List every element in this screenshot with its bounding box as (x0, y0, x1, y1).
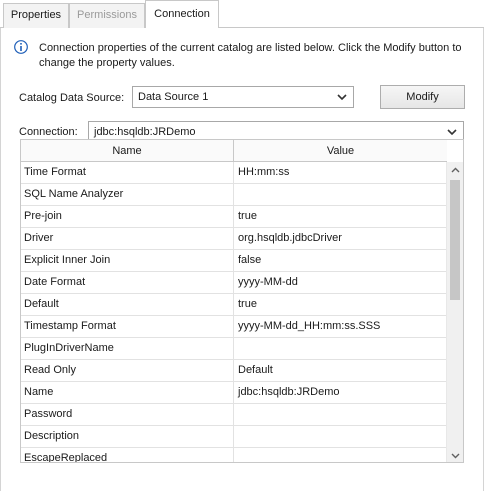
property-value-cell[interactable] (234, 184, 447, 205)
property-value-cell[interactable] (234, 426, 447, 447)
table-row[interactable]: Read Only Default (21, 360, 447, 382)
catalog-source-select[interactable]: Data Source 1 (132, 86, 354, 108)
property-value-cell[interactable]: Default (234, 360, 447, 381)
property-name-cell: Timestamp Format (21, 316, 234, 337)
scroll-up-icon[interactable] (447, 162, 464, 179)
catalog-source-label: Catalog Data Source: (19, 92, 125, 104)
property-name-cell: Pre-join (21, 206, 234, 227)
property-name-cell: Driver (21, 228, 234, 249)
property-value-cell[interactable] (234, 448, 447, 462)
table-row[interactable]: Timestamp Format yyyy-MM-dd_HH:mm:ss.SSS (21, 316, 447, 338)
table-row[interactable]: Pre-join true (21, 206, 447, 228)
catalog-source-value: Data Source 1 (138, 91, 209, 103)
table-row[interactable]: Password (21, 404, 447, 426)
table-row[interactable]: Description (21, 426, 447, 448)
property-value-cell[interactable]: false (234, 250, 447, 271)
property-name-cell: SQL Name Analyzer (21, 184, 234, 205)
property-value-cell[interactable] (234, 338, 447, 359)
info-icon (14, 40, 28, 54)
modify-button[interactable]: Modify (380, 85, 465, 109)
connection-panel: Connection properties of the current cat… (0, 28, 484, 491)
scrollbar-thumb[interactable] (450, 180, 460, 300)
property-name-cell: Explicit Inner Join (21, 250, 234, 271)
property-name-cell: Date Format (21, 272, 234, 293)
info-message: Connection properties of the current cat… (39, 42, 462, 69)
properties-table: Name Value Time Format HH:mm:ss SQL Name A… (20, 139, 464, 463)
property-name-cell: Default (21, 294, 234, 315)
property-name-cell: Name (21, 382, 234, 403)
table-body: Time Format HH:mm:ss SQL Name Analyzer Pre-… (21, 162, 447, 462)
connection-value: jdbc:hsqldb:JRDemo (94, 126, 196, 138)
property-name-cell: Read Only (21, 360, 234, 381)
table-row[interactable]: Date Format yyyy-MM-dd (21, 272, 447, 294)
property-value-cell[interactable]: yyyy-MM-dd_HH:mm:ss.SSS (234, 316, 447, 337)
column-header-name[interactable]: Name (21, 140, 234, 162)
property-value-cell[interactable]: true (234, 294, 447, 315)
property-value-cell[interactable]: org.hsqldb.jdbcDriver (234, 228, 447, 249)
column-header-value[interactable]: Value (234, 140, 447, 162)
table-row[interactable]: Name jdbc:hsqldb:JRDemo (21, 382, 447, 404)
scroll-down-icon[interactable] (447, 447, 464, 463)
property-value-cell[interactable]: jdbc:hsqldb:JRDemo (234, 382, 447, 403)
chevron-down-icon (337, 94, 347, 101)
property-name-cell: PlugInDriverName (21, 338, 234, 359)
table-row[interactable]: EscapeReplaced (21, 448, 447, 462)
property-name-cell: EscapeReplaced (21, 448, 234, 462)
tab-permissions: Permissions (69, 3, 145, 28)
property-name-cell: Description (21, 426, 234, 447)
table-row[interactable]: Time Format HH:mm:ss (21, 162, 447, 184)
table-row[interactable]: PlugInDriverName (21, 338, 447, 360)
property-value-cell[interactable]: yyyy-MM-dd (234, 272, 447, 293)
property-value-cell[interactable] (234, 404, 447, 425)
vertical-scrollbar[interactable] (446, 162, 464, 463)
table-row[interactable]: SQL Name Analyzer (21, 184, 447, 206)
tab-properties[interactable]: Properties (3, 3, 69, 28)
property-value-cell[interactable]: true (234, 206, 447, 227)
table-header: Name Value (21, 140, 447, 162)
table-row[interactable]: Driver org.hsqldb.jdbcDriver (21, 228, 447, 250)
table-row[interactable]: Explicit Inner Join false (21, 250, 447, 272)
tab-bar: Properties Permissions Connection (0, 0, 484, 28)
property-value-cell[interactable]: HH:mm:ss (234, 162, 447, 183)
tab-connection[interactable]: Connection (145, 0, 219, 28)
property-name-cell: Password (21, 404, 234, 425)
property-name-cell: Time Format (21, 162, 234, 183)
table-row[interactable]: Default true (21, 294, 447, 316)
connection-label: Connection: (19, 126, 78, 138)
